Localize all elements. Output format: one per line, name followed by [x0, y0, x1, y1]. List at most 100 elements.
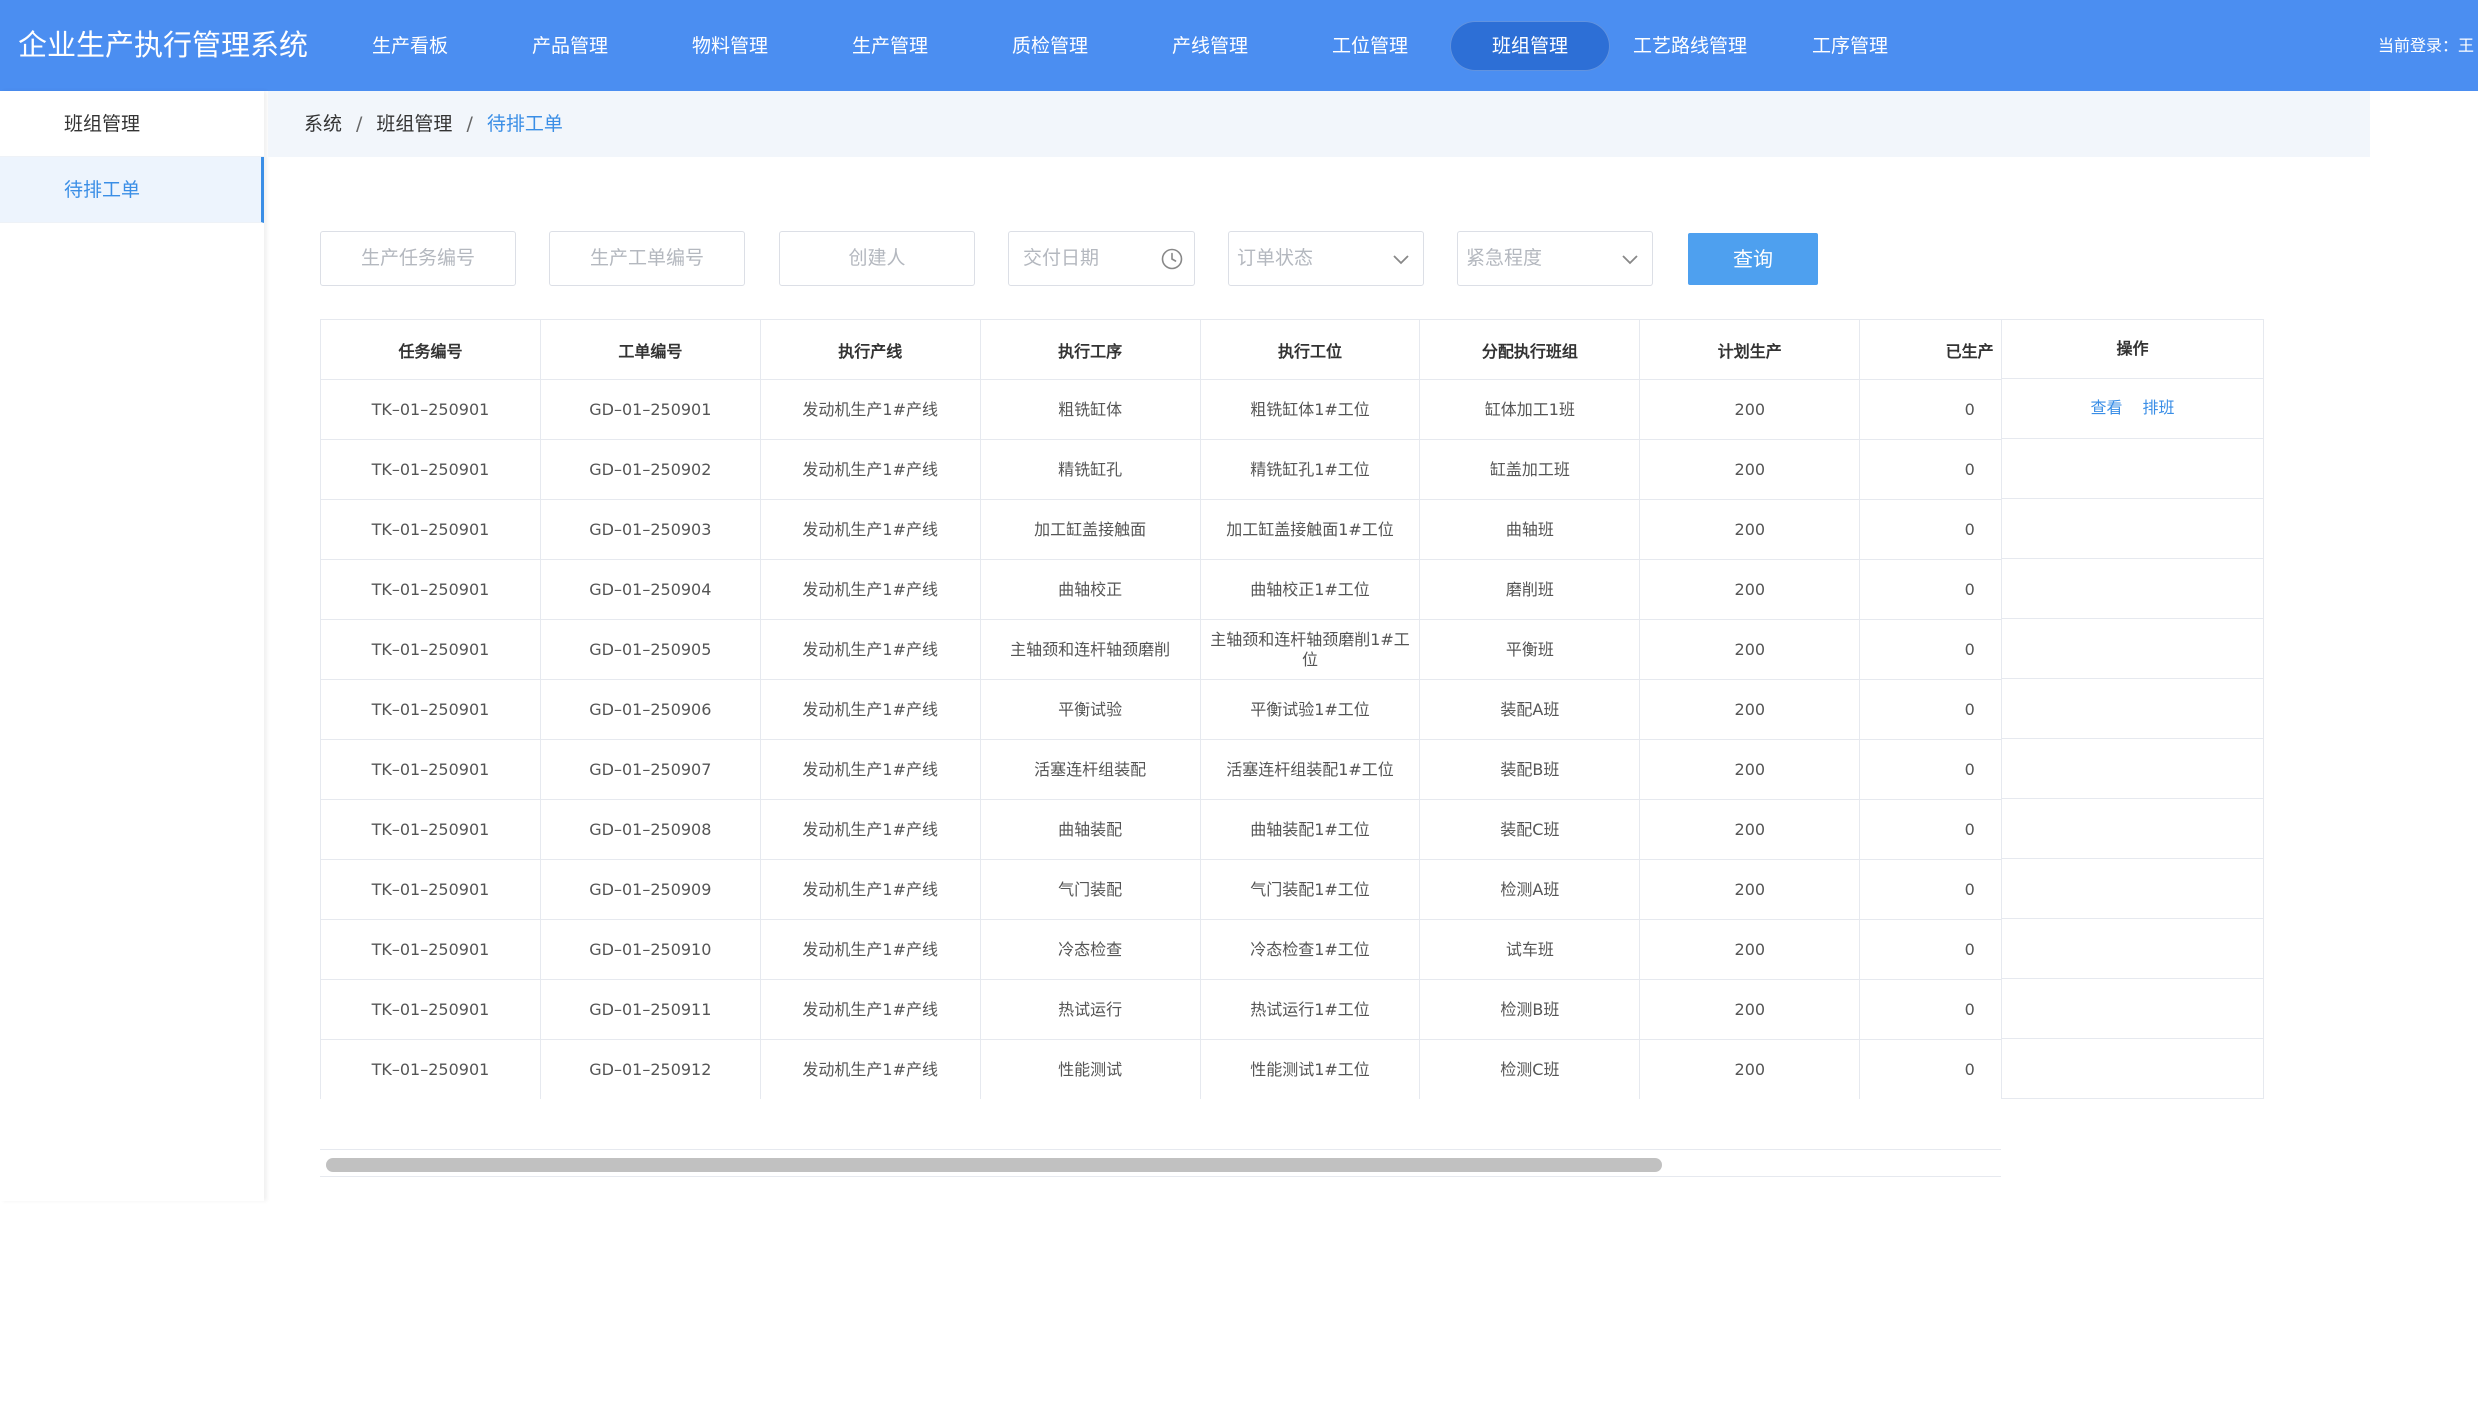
nav-item[interactable]: 工艺路线管理 [1610, 21, 1770, 71]
table-cell: 发动机生产1#产线 [759, 979, 981, 1040]
table-cell: 发动机生产1#产线 [759, 619, 981, 680]
operation-header: 操作 [2001, 319, 2264, 379]
breadcrumb-separator: / [466, 113, 473, 135]
table-cell: TK–01–250901 [320, 619, 541, 680]
table-cell: 0 [1859, 439, 2001, 500]
table-cell: 发动机生产1#产线 [759, 1039, 981, 1099]
nav-item[interactable]: 工序管理 [1770, 21, 1930, 71]
table-cell: 加工缸盖接触面 [979, 499, 1201, 560]
breadcrumb-item[interactable]: 班组管理 [376, 113, 452, 135]
table-cell: 装配A班 [1419, 679, 1641, 740]
nav-item[interactable]: 生产看板 [330, 21, 490, 71]
table-row: TK–01–250901 GD–01–250910 发动机生产1#产线 冷态检查 冷态检… [320, 919, 2001, 980]
table-cell: 主轴颈和连杆轴颈磨削1#工位 [1199, 619, 1421, 680]
nav-item[interactable]: 产线管理 [1130, 21, 1290, 71]
table-cell: 气门装配 [979, 859, 1201, 920]
creator-input[interactable]: 创建人 [779, 231, 975, 286]
table-cell: 装配C班 [1419, 799, 1641, 860]
breadcrumb-item[interactable]: 系统 [304, 113, 342, 135]
task-no-placeholder: 生产任务编号 [360, 247, 475, 269]
query-button[interactable]: 查询 [1688, 233, 1818, 285]
table-cell: 200 [1639, 919, 1861, 980]
app-title: 企业生产执行管理系统 [18, 28, 309, 62]
operation-cell [2001, 619, 2264, 679]
column-header: 执行工序 [979, 319, 1201, 380]
horizontal-scrollbar[interactable] [320, 1149, 2001, 1177]
main-nav: 生产看板 产品管理 物料管理 生产管理 质检管理 产线管理 工位管理 班组管理 工艺路线管理 工序… [330, 0, 1930, 91]
table-cell: GD–01–250902 [539, 439, 761, 500]
operation-cell [2001, 979, 2264, 1039]
work-order-no-input[interactable]: 生产工单编号 [549, 231, 745, 286]
table-cell: 0 [1859, 379, 2001, 440]
table-cell: GD–01–250901 [539, 379, 761, 440]
table-cell: TK–01–250901 [320, 439, 541, 500]
urgency-placeholder: 紧急程度 [1466, 247, 1543, 269]
work-order-no-placeholder: 生产工单编号 [589, 247, 704, 269]
table-cell: 活塞连杆组装配1#工位 [1199, 739, 1421, 800]
column-header: 任务编号 [320, 319, 541, 380]
nav-item[interactable]: 生产管理 [810, 21, 970, 71]
chevron-down-icon [1393, 255, 1409, 265]
table-cell: GD–01–250911 [539, 979, 761, 1040]
table-cell: 检测B班 [1419, 979, 1641, 1040]
table-cell: 曲轴装配 [979, 799, 1201, 860]
operation-cell [2001, 859, 2264, 919]
nav-item[interactable]: 班组管理 [1450, 20, 1610, 71]
table-cell: 0 [1859, 1039, 2001, 1099]
sidebar-item[interactable]: 班组管理 [0, 91, 264, 157]
order-status-placeholder: 订单状态 [1237, 247, 1314, 269]
task-no-input[interactable]: 生产任务编号 [320, 231, 516, 286]
table-cell: 热试运行1#工位 [1199, 979, 1421, 1040]
operation-cell [2001, 679, 2264, 739]
table-cell: 曲轴校正 [979, 559, 1201, 620]
table-cell: 精铣缸孔1#工位 [1199, 439, 1421, 500]
table-cell: 冷态检查1#工位 [1199, 919, 1421, 980]
urgency-select[interactable]: 紧急程度 [1457, 231, 1653, 286]
column-header: 执行产线 [759, 319, 981, 380]
table-cell: TK–01–250901 [320, 679, 541, 740]
view-link[interactable]: 查看 [2090, 398, 2122, 417]
table-cell: GD–01–250905 [539, 619, 761, 680]
column-header: 工单编号 [539, 319, 761, 380]
column-header: 执行工位 [1199, 319, 1421, 380]
column-header: 分配执行班组 [1419, 319, 1641, 380]
table-cell: 发动机生产1#产线 [759, 859, 981, 920]
current-login: 当前登录：王 [2378, 36, 2475, 55]
nav-item[interactable]: 工位管理 [1290, 21, 1450, 71]
table-row: TK–01–250901 GD–01–250909 发动机生产1#产线 气门装配 气门装… [320, 859, 2001, 920]
order-status-select[interactable]: 订单状态 [1228, 231, 1424, 286]
sidebar: 班组管理 待排工单 [0, 91, 264, 1201]
table-cell: 气门装配1#工位 [1199, 859, 1421, 920]
table-cell: 检测A班 [1419, 859, 1641, 920]
sidebar-item[interactable]: 待排工单 [0, 157, 264, 223]
table-row: TK–01–250901 GD–01–250903 发动机生产1#产线 加工缸盖接触面… [320, 499, 2001, 560]
nav-item[interactable]: 产品管理 [490, 21, 650, 71]
table-cell: 冷态检查 [979, 919, 1201, 980]
nav-item[interactable]: 质检管理 [970, 21, 1130, 71]
table-row: TK–01–250901 GD–01–250902 发动机生产1#产线 精铣缸孔 精铣缸… [320, 439, 2001, 500]
table-cell: 试车班 [1419, 919, 1641, 980]
clock-icon [1161, 248, 1183, 270]
table-cell: 精铣缸孔 [979, 439, 1201, 500]
delivery-date-picker[interactable]: 交付日期 [1008, 231, 1195, 286]
table-cell: TK–01–250901 [320, 919, 541, 980]
column-header: 计划生产 [1639, 319, 1861, 380]
table-scroll-area: 任务编号工单编号执行产线执行工序执行工位分配执行班组计划生产已生产计划开始计划结… [320, 319, 2001, 1099]
table-cell: 热试运行 [979, 979, 1201, 1040]
table-row: TK–01–250901 GD–01–250911 发动机生产1#产线 热试运行 热试运… [320, 979, 2001, 1040]
nav-item[interactable]: 物料管理 [650, 21, 810, 71]
table-row: TK–01–250901 GD–01–250905 发动机生产1#产线 主轴颈和连杆轴… [320, 619, 2001, 680]
operation-cell [2001, 1039, 2264, 1099]
table-cell: 平衡试验1#工位 [1199, 679, 1421, 740]
operation-cell [2001, 499, 2264, 559]
table-cell: 平衡试验 [979, 679, 1201, 740]
scrollbar-thumb[interactable] [326, 1158, 1662, 1172]
table-cell: 200 [1639, 799, 1861, 860]
schedule-link[interactable]: 排班 [2143, 398, 2175, 417]
table-cell: 平衡班 [1419, 619, 1641, 680]
table-cell: TK–01–250901 [320, 379, 541, 440]
table-cell: 装配B班 [1419, 739, 1641, 800]
table-cell: GD–01–250903 [539, 499, 761, 560]
operation-column: 操作 查看 排班 [2001, 319, 2264, 1099]
table-row: TK–01–250901 GD–01–250907 发动机生产1#产线 活塞连杆组装配… [320, 739, 2001, 800]
